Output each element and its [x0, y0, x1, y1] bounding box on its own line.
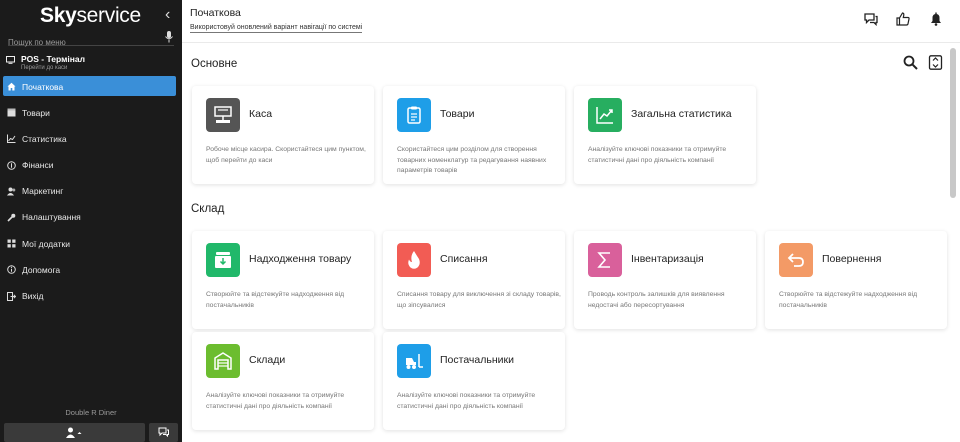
scrollbar-thumb[interactable] — [950, 48, 956, 198]
card-returns[interactable]: Повернення Створюйте та відстежуйте надх… — [765, 231, 947, 329]
pos-subtitle: Перейти до каси — [21, 65, 68, 71]
app-logo[interactable]: Skyservice — [40, 4, 141, 28]
home-icon — [7, 82, 16, 91]
sidebar-item-statistics[interactable]: Статистика — [3, 128, 176, 148]
forklift-icon — [397, 344, 431, 378]
card-title: Надходження товару — [249, 253, 352, 265]
inbox-icon — [206, 243, 240, 277]
card-title: Товари — [440, 108, 475, 120]
card-description: Аналізуйте ключові показники та отримуйт… — [397, 392, 536, 410]
trend-icon — [588, 98, 622, 132]
sidebar-item-label: Початкова — [22, 81, 64, 92]
card-goods-receipt[interactable]: Надходження товару Створюйте та відстежу… — [192, 231, 374, 329]
card-description: Списання товару для виключення зі складу… — [397, 291, 561, 309]
sigma-icon — [588, 243, 622, 277]
sidebar-item-products[interactable]: Товари — [3, 102, 176, 122]
card-inventory[interactable]: Інвентаризація Проводь контроль залишків… — [574, 231, 756, 329]
card-title: Постачальники — [440, 354, 514, 366]
grid-icon — [7, 239, 16, 248]
users-icon — [7, 187, 16, 196]
user-menu-button[interactable] — [4, 423, 145, 442]
sidebar-item-label: Статистика — [22, 133, 67, 144]
sidebar: Skyservice ‹ POS - Термінал Перейти до к… — [0, 0, 182, 442]
user-icon — [66, 427, 82, 438]
card-title: Загальна статистика — [631, 108, 732, 120]
card-general-statistics[interactable]: Загальна статистика Аналізуйте ключові п… — [574, 86, 756, 184]
menu-search-input[interactable] — [8, 38, 148, 47]
card-title: Склади — [249, 354, 286, 366]
monitor-icon — [6, 56, 15, 64]
sidebar-item-my-apps[interactable]: Мої додатки — [3, 233, 176, 253]
menu-search — [8, 31, 174, 47]
content-area: Основне Каса Робоче місце касира. Скорис… — [182, 44, 947, 442]
card-description: Аналізуйте ключові показники та отримуйт… — [206, 392, 345, 410]
card-description: Створюйте та відстежуйте надходження від… — [206, 291, 345, 309]
sidebar-item-marketing[interactable]: Маркетинг — [3, 181, 176, 201]
sidebar-item-label: Товари — [22, 107, 50, 118]
chat-icon[interactable] — [864, 12, 878, 26]
pos-title: POS - Термінал — [21, 54, 85, 64]
sidebar-item-label: Допомога — [22, 264, 61, 275]
sidebar-nav: Початкова Товари Статистика Фінанси Марк… — [3, 76, 176, 312]
microphone-icon[interactable] — [164, 31, 174, 43]
sidebar-item-label: Маркетинг — [22, 186, 64, 197]
main-panel: Початкова Використовуй оновлений варіант… — [182, 0, 960, 442]
sort-list-icon[interactable] — [928, 55, 943, 70]
page-title: Початкова — [190, 7, 241, 19]
register-icon — [206, 98, 240, 132]
section-title-main: Основне — [191, 58, 238, 70]
wrench-icon — [7, 213, 16, 222]
clipboard-icon — [397, 98, 431, 132]
card-warehouses[interactable]: Склади Аналізуйте ключові показники та о… — [192, 332, 374, 430]
return-icon — [779, 243, 813, 277]
bell-icon[interactable] — [929, 12, 943, 26]
warehouse-icon — [206, 344, 240, 378]
card-description: Створюйте та відстежуйте надходження від… — [779, 291, 918, 309]
chat-icon — [158, 427, 169, 437]
card-title: Інвентаризація — [631, 253, 704, 265]
box-icon — [7, 108, 16, 117]
card-description: Скористайтеся цим розділом для створення… — [397, 146, 547, 174]
exit-icon — [7, 291, 16, 301]
sidebar-item-label: Налаштування — [22, 212, 81, 223]
new-navigation-link[interactable]: Використовуй оновлений варіант навігації… — [190, 24, 363, 33]
card-description: Робоче місце касира. Скористайтеся цим п… — [206, 146, 366, 164]
card-cash-register[interactable]: Каса Робоче місце касира. Скористайтеся … — [192, 86, 374, 184]
search-icon[interactable] — [903, 55, 918, 70]
card-title: Повернення — [822, 253, 882, 265]
card-title: Списання — [440, 253, 488, 265]
content-scrollbar[interactable] — [946, 44, 960, 442]
collapse-sidebar-icon[interactable]: ‹ — [165, 6, 170, 24]
section-title-warehouse: Склад — [191, 203, 225, 215]
sidebar-item-home[interactable]: Початкова — [3, 76, 176, 96]
sidebar-item-settings[interactable]: Налаштування — [3, 207, 176, 227]
company-name: Double R Diner — [65, 408, 117, 417]
chat-button[interactable] — [149, 423, 178, 442]
sidebar-item-label: Мої додатки — [22, 238, 70, 249]
pos-terminal-link[interactable]: POS - Термінал Перейти до каси — [6, 53, 176, 73]
card-description: Аналізуйте ключові показники та отримуйт… — [588, 146, 727, 164]
thumbs-up-icon[interactable] — [896, 12, 910, 26]
sidebar-item-finance[interactable]: Фінанси — [3, 155, 176, 175]
header: Початкова Використовуй оновлений варіант… — [182, 0, 960, 43]
card-title: Каса — [249, 108, 273, 120]
card-suppliers[interactable]: Постачальники Аналізуйте ключові показни… — [383, 332, 565, 430]
sidebar-item-label: Вихід — [22, 291, 44, 301]
sidebar-item-exit[interactable]: Вихід — [3, 286, 176, 306]
card-description: Проводь контроль залишків для виявлення … — [588, 291, 725, 309]
card-products[interactable]: Товари Скористайтеся цим розділом для ст… — [383, 86, 565, 184]
sidebar-item-label: Фінанси — [22, 160, 54, 171]
info-icon — [7, 265, 16, 275]
sidebar-item-help[interactable]: Допомога — [3, 259, 176, 279]
fire-icon — [397, 243, 431, 277]
coin-icon — [7, 160, 16, 170]
chart-icon — [7, 134, 16, 144]
card-write-off[interactable]: Списання Списання товару для виключення … — [383, 231, 565, 329]
